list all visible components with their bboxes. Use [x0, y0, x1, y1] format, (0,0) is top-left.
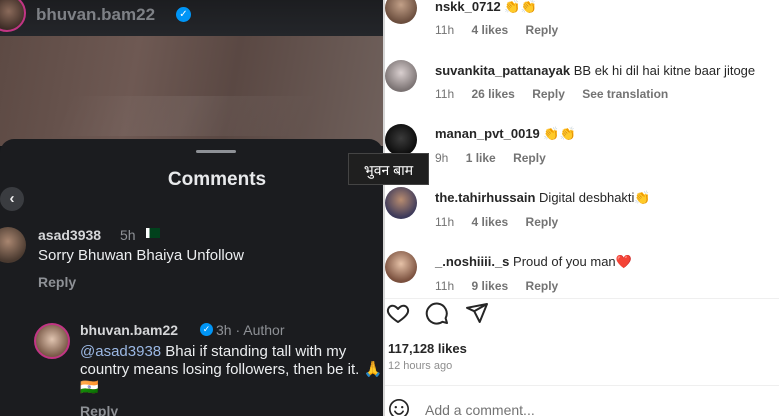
- comment-time: 5h: [120, 227, 136, 243]
- story-panel: bhuvan.bam22 ✓ Comments ‹ asad3938 5h So…: [0, 0, 383, 416]
- avatar[interactable]: [385, 60, 417, 92]
- verified-icon: ✓: [176, 7, 191, 22]
- comment-meta: 11h 4 likes Reply: [435, 23, 572, 37]
- comment-row: manan_pvt_0019 👏👏: [435, 126, 576, 142]
- comment-likes[interactable]: 1 like: [466, 151, 496, 165]
- reply-button[interactable]: Reply: [532, 87, 565, 101]
- comment-time: 11h: [435, 279, 455, 293]
- avatar[interactable]: [385, 124, 417, 156]
- comment-username[interactable]: nskk_0712: [435, 0, 501, 14]
- comment-username[interactable]: bhuvan.bam22: [80, 322, 178, 338]
- comment-text: 👏👏: [504, 0, 537, 14]
- emoji-icon[interactable]: [388, 398, 410, 416]
- comment-row: suvankita_pattanayak BB ek hi dil hai ki…: [435, 63, 755, 78]
- reply-button[interactable]: Reply: [513, 151, 546, 165]
- comment-time: 11h: [435, 23, 455, 37]
- add-comment-row: [385, 385, 779, 416]
- post-comments-panel: nskk_0712 👏👏 11h 4 likes Reply suvankita…: [385, 0, 779, 416]
- avatar[interactable]: [0, 227, 26, 263]
- see-translation-link[interactable]: See translation: [582, 87, 668, 101]
- comment-meta: 9h 1 like Reply: [435, 151, 560, 165]
- avatar[interactable]: [34, 323, 70, 359]
- story-header: bhuvan.bam22 ✓: [0, 0, 383, 36]
- comment-username[interactable]: _.noshiiii._s: [435, 254, 509, 269]
- comment-likes[interactable]: 4 likes: [471, 215, 508, 229]
- verified-icon: ✓: [200, 323, 213, 336]
- comment-time: 9h: [435, 151, 449, 165]
- comment-time: 3h · Author: [216, 322, 285, 338]
- comment-username[interactable]: manan_pvt_0019: [435, 126, 540, 141]
- story-avatar[interactable]: [0, 0, 26, 32]
- comment-row: nskk_0712 👏👏: [435, 0, 537, 15]
- story-username[interactable]: bhuvan.bam22: [36, 5, 155, 25]
- comment-username[interactable]: the.tahirhussain: [435, 190, 535, 205]
- comments-sheet: Comments ‹ asad3938 5h Sorry Bhuwan Bhai…: [0, 139, 383, 416]
- avatar[interactable]: [385, 0, 417, 24]
- avatar[interactable]: [385, 187, 417, 219]
- comment-row: the.tahirhussain Digital desbhakti👏: [435, 190, 651, 206]
- comment-text: Sorry Bhuwan Bhaiya Unfollow: [38, 247, 244, 264]
- comment-time: 11h: [435, 87, 455, 101]
- story-media: [0, 36, 383, 146]
- comment-text: Proud of you man❤️: [513, 254, 632, 269]
- reply-button[interactable]: Reply: [38, 274, 76, 290]
- comment-username[interactable]: suvankita_pattanayak: [435, 63, 570, 78]
- comments-title: Comments: [167, 169, 267, 190]
- share-icon[interactable]: [465, 301, 489, 325]
- comment-likes[interactable]: 26 likes: [471, 87, 514, 101]
- reply-button[interactable]: Reply: [80, 403, 118, 416]
- comment-meta: 11h 26 likes Reply See translation: [435, 87, 682, 101]
- comment-text: @asad3938 Bhai if standing tall with my …: [80, 343, 383, 397]
- reply-button[interactable]: Reply: [526, 279, 559, 293]
- back-icon[interactable]: ‹: [0, 187, 24, 211]
- likes-count[interactable]: 117,128 likes: [388, 341, 467, 356]
- sheet-drag-handle[interactable]: [196, 150, 236, 153]
- comment-text: 👏👏: [543, 126, 576, 141]
- post-actions: 117,128 likes 12 hours ago: [385, 298, 779, 416]
- post-timestamp: 12 hours ago: [388, 360, 453, 372]
- translation-tooltip: भुवन बाम: [348, 153, 429, 185]
- reply-button[interactable]: Reply: [526, 215, 559, 229]
- comment-icon[interactable]: [425, 301, 449, 325]
- reply-button[interactable]: Reply: [526, 23, 559, 37]
- heart-icon[interactable]: [386, 301, 410, 325]
- comment-time: 11h: [435, 215, 455, 229]
- comment-username[interactable]: asad3938: [38, 227, 101, 243]
- mention-link[interactable]: @asad3938: [80, 343, 161, 360]
- comment-row: _.noshiiii._s Proud of you man❤️: [435, 254, 632, 270]
- comment-meta: 11h 4 likes Reply: [435, 215, 572, 229]
- comment-text: Digital desbhakti👏: [539, 190, 651, 205]
- comment-likes[interactable]: 4 likes: [471, 23, 508, 37]
- comment-text: BB ek hi dil hai kitne baar jitoge: [573, 63, 756, 78]
- comment-meta: 11h 9 likes Reply: [435, 279, 572, 293]
- flag-icon: [146, 228, 160, 238]
- avatar[interactable]: [385, 251, 417, 283]
- comment-likes[interactable]: 9 likes: [471, 279, 508, 293]
- add-comment-input[interactable]: [425, 402, 765, 416]
- story-media-highlight: [50, 96, 320, 136]
